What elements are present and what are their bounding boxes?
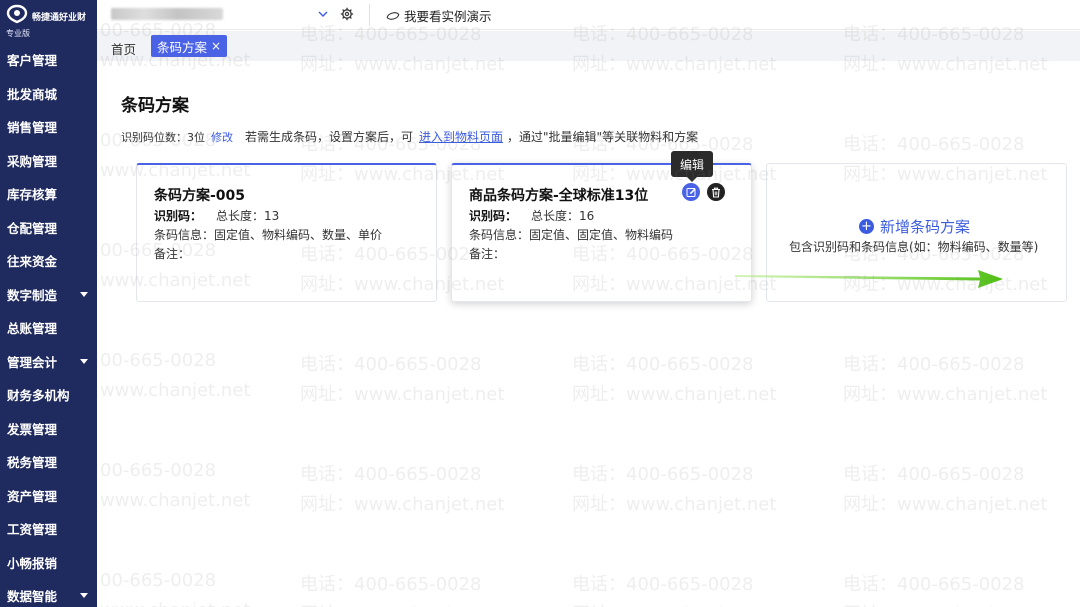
company-name-blurred <box>111 8 223 20</box>
card-note: 备注： <box>469 247 506 261</box>
brand-logo-icon <box>6 4 28 24</box>
sidebar-item-label: 税务管理 <box>7 455 58 471</box>
sidebar-item[interactable]: 财务多机构 <box>0 378 97 412</box>
sidebar-item-label: 资产管理 <box>7 488 58 504</box>
modify-link[interactable]: 修改 <box>211 129 233 145</box>
arrow-annotation-icon <box>735 270 1003 288</box>
sidebar-item[interactable]: 批发商城 <box>0 77 97 111</box>
sidebar-item-label: 采购管理 <box>7 153 58 169</box>
card-title: 条码方案-005 <box>154 188 246 204</box>
sidebar-item[interactable]: 客户管理 <box>0 43 97 77</box>
top-bar: 我要看实例演示 <box>97 0 1080 30</box>
sidebar-item-label: 批发商城 <box>7 86 58 102</box>
sidebar-item[interactable]: 发票管理 <box>0 412 97 446</box>
tab-bar: 首页 条码方案 × <box>97 31 1080 61</box>
sidebar-item-label: 仓配管理 <box>7 220 58 236</box>
sidebar-item-label: 数字制造 <box>7 287 58 303</box>
sidebar-item[interactable]: 数字制造 <box>0 278 97 312</box>
add-scheme-description: 包含识别码和条码信息(如：物料编码、数量等) <box>789 240 1039 254</box>
sidebar-item-label: 小畅报销 <box>7 555 58 571</box>
edition-label: 专业版 <box>6 29 30 38</box>
sidebar-item[interactable]: 往来资金 <box>0 244 97 278</box>
brand-logo-area: 畅捷通好业财 专业版 <box>0 0 97 42</box>
tab-label: 条码方案 <box>157 39 208 55</box>
sidebar-item-label: 库存核算 <box>7 187 58 203</box>
sidebar-item-label: 销售管理 <box>7 120 58 136</box>
gear-icon[interactable] <box>340 7 354 21</box>
close-icon[interactable]: × <box>211 40 221 52</box>
sidebar-item[interactable]: 总账管理 <box>0 311 97 345</box>
chevron-down-icon <box>318 11 328 17</box>
brand-name: 畅捷通好业财 <box>32 13 87 23</box>
edit-tooltip: 编辑 <box>671 151 713 177</box>
edit-icon <box>686 187 696 197</box>
barcode-info-line: 识别码位数：3位 修改 若需生成条码，设置方案后，可 进入到物料页面 ，通过"批… <box>121 128 698 145</box>
sidebar-item-label: 管理会计 <box>7 354 58 370</box>
sidebar: 畅捷通好业财 专业版 客户管理批发商城销售管理采购管理库存核算仓配管理往来资金数… <box>0 0 97 607</box>
caret-down-icon <box>80 593 88 598</box>
demo-link-label: 我要看实例演示 <box>404 9 492 24</box>
sidebar-item-label: 往来资金 <box>7 254 58 270</box>
id-digits-label: 识别码位数：3位 <box>121 130 205 144</box>
material-page-link[interactable]: 进入到物料页面 <box>419 128 503 145</box>
company-selector[interactable] <box>105 4 333 24</box>
sidebar-item[interactable]: 管理会计 <box>0 345 97 379</box>
barcode-scheme-card[interactable]: 条码方案-005 识别码： 总长度：13 条码信息：固定值、物料编码、数量、单价 … <box>136 163 437 302</box>
tab-home[interactable]: 首页 <box>111 39 136 58</box>
sidebar-item-label: 财务多机构 <box>7 388 70 404</box>
id-label: 识别码： <box>154 209 203 223</box>
card-title: 商品条码方案-全球标准13位 <box>469 188 649 204</box>
sidebar-item-label: 发票管理 <box>7 421 58 437</box>
total-length: 总长度：13 <box>216 209 280 223</box>
card-barcode-info: 条码信息：固定值、固定值、物料编码 <box>469 228 674 242</box>
divider <box>369 4 370 26</box>
card-id-length: 识别码： 总长度：16 <box>469 207 594 224</box>
sidebar-item[interactable]: 工资管理 <box>0 512 97 546</box>
tab-barcode-scheme[interactable]: 条码方案 × <box>151 35 228 57</box>
sidebar-item[interactable]: 数据智能 <box>0 579 97 607</box>
add-scheme-title: + 新增条码方案 <box>859 216 970 237</box>
eye-icon <box>386 11 400 20</box>
sidebar-item[interactable]: 仓配管理 <box>0 211 97 245</box>
delete-button[interactable] <box>707 183 725 201</box>
id-label: 识别码： <box>469 209 518 223</box>
caret-down-icon <box>80 291 88 297</box>
hint-text-before: 若需生成条码，设置方案后，可 <box>245 130 414 144</box>
total-length: 总长度：16 <box>531 209 595 223</box>
sidebar-item[interactable]: 小畅报销 <box>0 546 97 580</box>
caret-down-icon <box>80 358 88 364</box>
sidebar-item[interactable]: 税务管理 <box>0 445 97 479</box>
sidebar-item-label: 数据智能 <box>7 589 58 605</box>
add-scheme-label: 新增条码方案 <box>880 218 971 236</box>
sidebar-item[interactable]: 采购管理 <box>0 144 97 178</box>
tooltip-arrow <box>687 177 697 182</box>
card-note: 备注： <box>154 247 191 261</box>
sidebar-item-label: 工资管理 <box>7 522 58 538</box>
card-barcode-info: 条码信息：固定值、物料编码、数量、单价 <box>154 228 383 242</box>
sidebar-nav: 客户管理批发商城销售管理采购管理库存核算仓配管理往来资金数字制造总账管理管理会计… <box>0 43 97 607</box>
plus-circle-icon: + <box>859 219 874 234</box>
demo-link[interactable]: 我要看实例演示 <box>386 6 492 25</box>
sidebar-item-label: 客户管理 <box>7 53 58 69</box>
page-title: 条码方案 <box>121 96 189 116</box>
sidebar-item[interactable]: 销售管理 <box>0 110 97 144</box>
sidebar-item[interactable]: 资产管理 <box>0 479 97 513</box>
barcode-scheme-card[interactable]: 商品条码方案-全球标准13位 识别码： 总长度：16 条码信息：固定值、固定值、物… <box>451 163 752 302</box>
sidebar-item[interactable]: 库存核算 <box>0 177 97 211</box>
edit-button[interactable] <box>682 183 700 201</box>
card-id-length: 识别码： 总长度：13 <box>154 207 279 224</box>
sidebar-item-label: 总账管理 <box>7 321 58 337</box>
main-content: 条码方案 识别码位数：3位 修改 若需生成条码，设置方案后，可 进入到物料页面 … <box>97 61 1080 607</box>
trash-icon <box>712 187 720 198</box>
hint-text-after: ，通过"批量编辑"等关联物料和方案 <box>507 130 699 144</box>
